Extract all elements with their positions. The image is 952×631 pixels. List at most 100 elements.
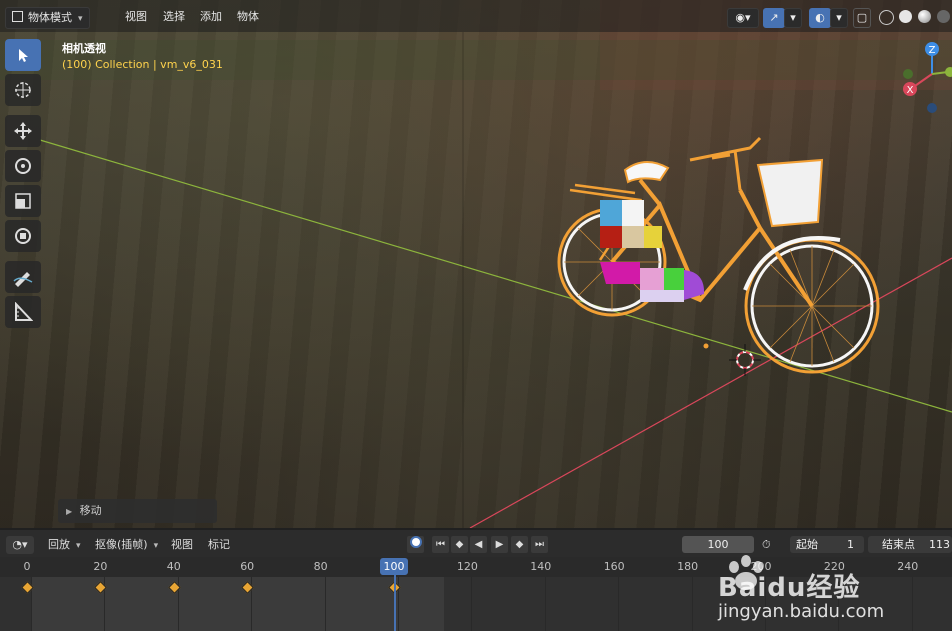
play-reverse-button[interactable]: ◀: [470, 536, 487, 553]
cursor-arrow-icon: [19, 49, 28, 62]
transform-tool[interactable]: [5, 220, 41, 252]
jump-end-icon: ⏭: [535, 539, 544, 550]
menu-keying-label: 抠像(插帧): [95, 538, 148, 551]
move-tool[interactable]: [5, 115, 41, 147]
last-operator-panel[interactable]: ▶ 移动: [58, 499, 217, 523]
bicycle-object: [557, 136, 880, 374]
overlay-toggle[interactable]: ◐: [809, 8, 831, 28]
ruler-tick-label: 0: [23, 560, 31, 573]
record-icon: [409, 536, 422, 548]
menu-playback[interactable]: 回放 ▾: [48, 536, 81, 554]
object-mode-icon: [12, 11, 23, 22]
transform-icon: [15, 228, 31, 244]
chevron-down-icon: ▾: [836, 11, 842, 24]
prev-keyframe-button[interactable]: ◆: [451, 536, 468, 553]
xray-icon: ▢: [856, 11, 868, 24]
ruler-tick-label: 40: [166, 560, 181, 573]
start-frame-field[interactable]: 起始 1: [790, 536, 864, 553]
chevron-down-icon: ▾: [78, 14, 83, 24]
axis-gizmo-icon: Z X: [903, 42, 952, 113]
stopwatch-icon[interactable]: ⏱: [762, 536, 771, 554]
ruler-tick-label: 180: [677, 560, 699, 573]
editor-type-dropdown[interactable]: ◔▾: [6, 536, 34, 554]
menu-view[interactable]: 视图: [171, 536, 193, 554]
3d-cursor: [729, 344, 761, 376]
end-frame-field[interactable]: 结束点 113: [868, 536, 952, 553]
jump-start-icon: ⏮: [436, 539, 445, 550]
next-keyframe-icon: ◆: [515, 539, 524, 550]
cursor-tool[interactable]: [5, 74, 41, 106]
frame-gridline: [691, 577, 693, 631]
play-reverse-icon: ◀: [474, 539, 483, 550]
end-value: 113: [929, 538, 950, 551]
menu-marker[interactable]: 标记: [208, 536, 230, 554]
operator-label: 移动: [79, 504, 102, 517]
viewport-scene: [0, 0, 952, 528]
object-origin: [703, 343, 709, 349]
select-tool[interactable]: [5, 39, 41, 71]
menu-keying[interactable]: 抠像(插帧) ▾: [95, 536, 158, 554]
mode-dropdown[interactable]: 物体模式 ▾: [5, 7, 90, 29]
overlay-icon: ◐: [815, 11, 825, 24]
watermark-url: jingyan.baidu.com: [718, 601, 885, 622]
ruler-tick-label: 20: [93, 560, 108, 573]
overlay-dropdown[interactable]: ▾: [830, 8, 848, 28]
frame-gridline: [544, 577, 546, 631]
navigation-gizmo[interactable]: Z X: [892, 36, 952, 126]
chevron-down-icon: ▾: [153, 541, 159, 551]
ruler-tick-label: 60: [240, 560, 255, 573]
ruler-tick-label: 140: [530, 560, 552, 573]
material-shading-icon[interactable]: [918, 10, 931, 23]
annotate-tool[interactable]: [5, 261, 41, 293]
watermark-brand: Baidu经验: [718, 573, 861, 603]
collection-info: (100) Collection | vm_v6_031: [62, 58, 223, 71]
auto-keying-button[interactable]: [407, 536, 424, 553]
scale-tool[interactable]: [5, 185, 41, 217]
jump-start-button[interactable]: ⏮: [432, 536, 449, 553]
wireframe-shading-icon[interactable]: [879, 10, 894, 25]
ruler-tick-label: 160: [603, 560, 625, 573]
play-icon: ▶: [495, 539, 504, 550]
menu-view[interactable]: 视图: [119, 7, 153, 27]
move-arrows-icon: [14, 122, 32, 140]
pencil-icon: [13, 272, 33, 287]
baidu-watermark: Baidu经验 jingyan.baidu.com: [718, 553, 948, 623]
chevron-right-icon: ▶: [66, 507, 73, 516]
chevron-down-icon: ▾: [76, 541, 81, 551]
rotate-icon: [15, 158, 31, 174]
current-frame-field[interactable]: 100: [682, 536, 754, 553]
menu-playback-label: 回放: [48, 538, 70, 551]
crosshair-icon: [15, 82, 31, 98]
frame-gridline: [618, 577, 620, 631]
measure-tool[interactable]: [5, 296, 41, 328]
gizmo-z-label: Z: [929, 45, 936, 56]
start-value: 1: [847, 538, 854, 551]
gizmo-dropdown[interactable]: ▾: [784, 8, 802, 28]
gizmo-x-label: X: [907, 85, 914, 96]
frame-gridline: [471, 577, 473, 631]
xray-toggle[interactable]: ▢: [853, 8, 871, 28]
3d-viewport[interactable]: 物体模式 ▾ 视图 选择 添加 物体 ◉▾ ↗ ▾ ◐ ▾ ▢ 相机透视 (10…: [0, 0, 952, 528]
visibility-dropdown[interactable]: ◉▾: [727, 8, 759, 28]
eye-icon: ◉: [735, 11, 746, 24]
playhead-line[interactable]: [394, 575, 396, 631]
rotate-tool[interactable]: [5, 150, 41, 182]
menu-select[interactable]: 选择: [157, 7, 191, 27]
rendered-shading-icon[interactable]: [937, 10, 950, 23]
next-keyframe-button[interactable]: ◆: [511, 536, 528, 553]
frame-gridline: [324, 577, 326, 631]
menu-object[interactable]: 物体: [231, 7, 265, 27]
start-label: 起始: [796, 538, 818, 551]
gizmo-toggle[interactable]: ↗: [763, 8, 785, 28]
ruler-tick-label: 120: [456, 560, 478, 573]
playhead-frame-badge[interactable]: 100: [380, 558, 408, 575]
jump-end-button[interactable]: ⏭: [531, 536, 548, 553]
gizmo-icon: ↗: [769, 11, 779, 24]
ruler-icon: [15, 302, 33, 321]
mode-label: 物体模式: [28, 11, 72, 24]
view-name: 相机透视: [62, 42, 106, 55]
play-button[interactable]: ▶: [491, 536, 508, 553]
scene-frame-range: [31, 577, 444, 631]
menu-add[interactable]: 添加: [194, 7, 228, 27]
solid-shading-icon[interactable]: [899, 10, 912, 23]
